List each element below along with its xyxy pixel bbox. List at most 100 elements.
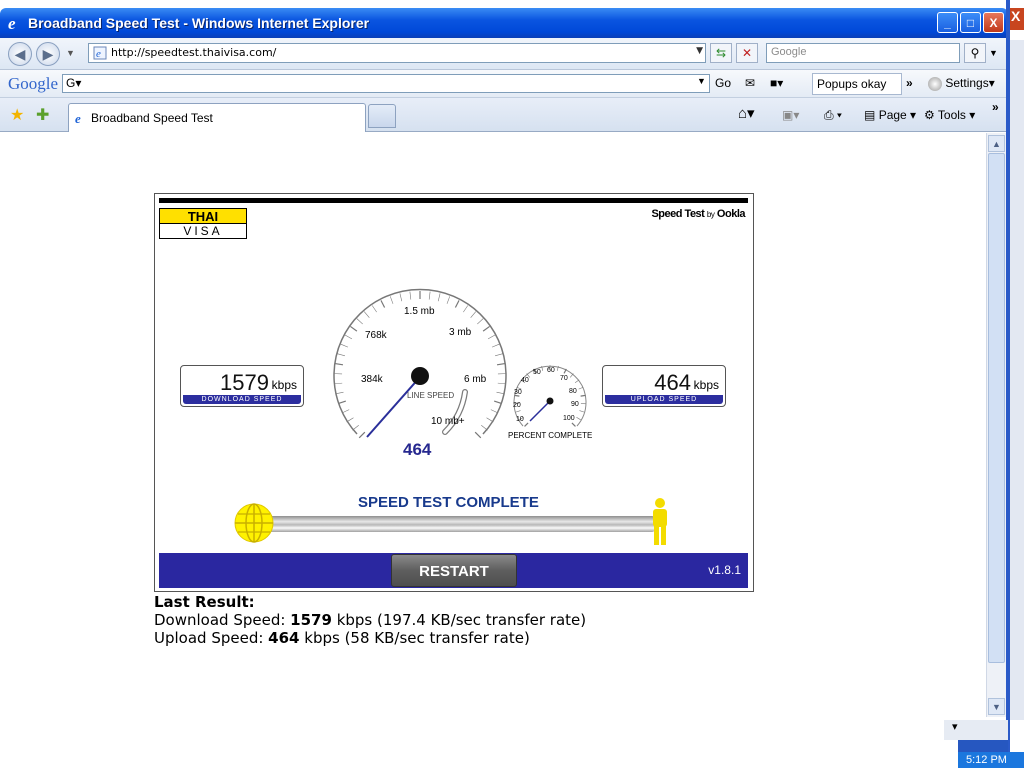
gauge-tick bbox=[463, 305, 469, 313]
gauge-tick bbox=[340, 343, 349, 348]
address-toolbar: ◀ ▶ ▼ e http://speedtest.thaivisa.com/ ▼… bbox=[0, 38, 1008, 70]
more-chevron-icon[interactable]: » bbox=[992, 100, 999, 114]
refresh-button[interactable]: ⇆ bbox=[710, 43, 732, 63]
more-chevron-icon[interactable]: » bbox=[906, 76, 913, 90]
forward-arrow-icon: ▶ bbox=[42, 45, 54, 62]
settings-button[interactable]: Settings▾ bbox=[928, 76, 995, 91]
gauge-label-768k: 768k bbox=[365, 330, 388, 341]
ookla-brand: Speed Test by Ookla bbox=[651, 208, 745, 220]
go-button[interactable]: Go bbox=[715, 76, 731, 90]
percent-hub bbox=[546, 397, 554, 405]
gauge-tick bbox=[496, 362, 506, 366]
gauge-tick bbox=[491, 343, 500, 348]
google-search-input[interactable]: G▾ bbox=[62, 74, 710, 93]
gauge-tick bbox=[334, 362, 344, 366]
address-bar[interactable]: e http://speedtest.thaivisa.com/ ▼ bbox=[88, 43, 706, 63]
tab-label: Broadband Speed Test bbox=[91, 111, 213, 125]
search-button[interactable]: ⚲ bbox=[964, 43, 986, 63]
tab-row: ★ ✚ e Broadband Speed Test ⌂▾ ▣▾ ⎙ ▾ ▤ P… bbox=[0, 98, 1008, 132]
stop-button[interactable]: ✕ bbox=[736, 43, 758, 63]
gauge-tick bbox=[474, 431, 482, 439]
gauge-tick bbox=[576, 416, 581, 421]
settings-circle-icon bbox=[928, 76, 942, 91]
download-result-suffix: kbps (197.4 KB/sec transfer rate) bbox=[331, 611, 587, 629]
google-g-button[interactable]: G▾ bbox=[66, 76, 81, 90]
system-clock[interactable]: 5:12 PM bbox=[958, 752, 1024, 768]
gauge-label-3mb: 3 mb bbox=[449, 327, 472, 338]
add-favorites-icon[interactable]: ✚ bbox=[36, 105, 49, 125]
top-divider bbox=[159, 198, 748, 203]
tools-menu-button[interactable]: ⚙ Tools ▾ bbox=[924, 108, 975, 122]
download-speed-box: 1579 kbps DOWNLOAD SPEED bbox=[180, 365, 304, 407]
page-menu-icon: ▤ bbox=[864, 108, 876, 122]
window-titlebar[interactable]: e Broadband Speed Test - Windows Interne… bbox=[0, 8, 1008, 38]
scroll-thumb[interactable] bbox=[988, 153, 1005, 663]
back-button[interactable]: ◀ bbox=[8, 42, 32, 66]
thaivisa-logo: THAI VISA bbox=[159, 208, 247, 239]
url-text[interactable]: http://speedtest.thaivisa.com/ bbox=[111, 46, 276, 59]
download-speed-label: DOWNLOAD SPEED bbox=[183, 395, 301, 404]
address-dropdown-icon[interactable]: ▼ bbox=[696, 46, 703, 56]
upload-result-value: 464 bbox=[268, 629, 300, 647]
gauge-tick bbox=[437, 293, 441, 302]
search-input[interactable]: Google bbox=[766, 43, 960, 63]
scroll-down-arrow-icon[interactable]: ▼ bbox=[988, 698, 1005, 715]
maximize-button[interactable]: □ bbox=[960, 12, 981, 33]
gauge-label-10mb: 10 mb+ bbox=[431, 416, 465, 427]
pct-label-10: 10 bbox=[516, 416, 524, 423]
gauge-tick bbox=[490, 409, 499, 414]
gear-icon: ⚙ bbox=[924, 108, 935, 122]
background-window-close-button[interactable]: X bbox=[1008, 8, 1024, 30]
home-icon[interactable]: ⌂▾ bbox=[738, 104, 755, 122]
upload-speed-box: 464 kbps UPLOAD SPEED bbox=[602, 365, 726, 407]
gauge-tick bbox=[389, 296, 394, 304]
upload-result-line: Upload Speed: 464 kbps (58 KB/sec transf… bbox=[154, 629, 586, 647]
logo-visa-text: VISA bbox=[183, 224, 223, 238]
google-logo: Google bbox=[8, 74, 59, 93]
gauge-tick bbox=[494, 353, 503, 357]
tab-broadband-speed-test[interactable]: e Broadband Speed Test bbox=[68, 103, 366, 132]
minimize-button[interactable]: _ bbox=[937, 12, 958, 33]
globe-icon bbox=[234, 503, 274, 543]
gauge-tick bbox=[482, 325, 490, 332]
status-text: SPEED TEST COMPLETE bbox=[358, 494, 539, 511]
history-dropdown-icon[interactable]: ▼ bbox=[66, 48, 75, 58]
gauge-tick bbox=[569, 373, 574, 378]
close-button[interactable]: X bbox=[983, 12, 1004, 33]
gauge-tick bbox=[486, 417, 494, 423]
ie-logo-icon: e bbox=[8, 14, 16, 32]
restart-button[interactable]: RESTART bbox=[391, 554, 517, 587]
favorites-star-icon[interactable]: ★ bbox=[10, 105, 24, 125]
gauge-title: LINE SPEED bbox=[407, 391, 454, 400]
zoom-control[interactable]: ▾ bbox=[944, 720, 1008, 740]
gauge-tick bbox=[571, 422, 576, 427]
person-icon bbox=[653, 498, 667, 545]
page-menu-button[interactable]: ▤ Page ▾ bbox=[864, 108, 916, 122]
gauge-tick bbox=[578, 386, 584, 390]
settings-label: Settings▾ bbox=[945, 76, 995, 90]
gauge-tick bbox=[344, 334, 353, 340]
search-options-icon[interactable]: ▼ bbox=[989, 48, 998, 58]
gauge-tick bbox=[580, 394, 586, 397]
popups-label: Popups okay bbox=[817, 77, 887, 91]
forward-button[interactable]: ▶ bbox=[36, 42, 60, 66]
gauge-tick bbox=[399, 293, 403, 302]
zoom-dropdown-icon[interactable]: ▾ bbox=[952, 721, 958, 733]
scroll-up-arrow-icon[interactable]: ▲ bbox=[988, 135, 1005, 152]
print-icon[interactable]: ⎙ ▾ bbox=[824, 108, 842, 123]
gauge-label-384k: 384k bbox=[361, 374, 384, 385]
new-tab-button[interactable] bbox=[368, 104, 396, 128]
upload-speed-label: UPLOAD SPEED bbox=[605, 395, 723, 404]
pct-label-100: 100 bbox=[563, 415, 575, 422]
pct-label-70: 70 bbox=[560, 375, 568, 382]
pagerank-icon[interactable]: ■▾ bbox=[770, 76, 783, 90]
logo-thai-text: THAI bbox=[160, 209, 246, 224]
feeds-icon[interactable]: ▣▾ bbox=[782, 108, 799, 122]
bookmark-icon[interactable]: ✉ bbox=[745, 76, 755, 90]
speedtest-widget: THAI VISA Speed Test by Ookla 1579 kbps … bbox=[154, 193, 754, 592]
google-search-dropdown-icon[interactable]: ▼ bbox=[697, 76, 706, 86]
popup-blocker-button[interactable]: Popups okay bbox=[812, 73, 902, 95]
vertical-scrollbar[interactable]: ▲ ▼ bbox=[986, 133, 1006, 717]
upload-speed-value: 464 bbox=[654, 370, 691, 395]
gauge-tick bbox=[477, 318, 484, 325]
